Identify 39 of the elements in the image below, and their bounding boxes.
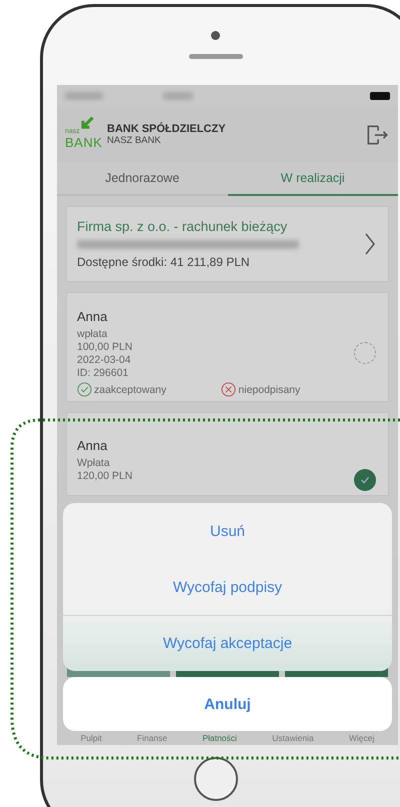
select-radio[interactable] [354,342,376,364]
blurred-status-text [65,92,103,100]
amount: 120,00 PLN [77,470,134,482]
cancel-button[interactable]: Anuluj [63,677,392,731]
action-option[interactable]: Usuń [63,503,392,559]
battery-icon [370,92,390,100]
payee-name: Anna [77,438,108,453]
payee-name: Anna [77,309,108,324]
camera-dot [211,31,220,40]
nav-tab[interactable]: Więcej [348,733,374,743]
bank-name: BANK SPÓŁDZIELCZY [107,123,226,135]
transfer-type: wpłata [77,328,108,340]
home-button[interactable] [194,757,238,801]
x-circle-icon [221,382,236,397]
status-label: zaakceptowany [94,384,166,396]
account-name: Firma sp. z o.o. - rachunek bieżący [77,219,288,234]
bank-subtitle: NASZ BANK [107,135,162,146]
transaction-card[interactable]: Anna wpłata 100,00 PLN 2022-03-04 ID: 296601 zaakceptowany niepodpisany [66,292,389,402]
action-option[interactable]: Wycofaj podpisy [63,559,392,615]
nav-tab[interactable]: Ustawienia [272,733,314,743]
select-radio[interactable] [354,469,376,491]
transaction-id: ID: 296601 [77,367,130,379]
available-balance: Dostępne środki: 41 211,89 PLN [77,255,251,269]
account-card[interactable]: Firma sp. z o.o. - rachunek bieżący Dostępne środki: 41 211,89 PLN [66,206,389,282]
status-label: niepodpisany [238,384,300,396]
nav-tab[interactable]: Płatności [202,733,237,743]
date: 2022-03-04 [77,354,132,366]
blurred-status-text [163,92,193,100]
amount: 100,00 PLN [77,341,134,353]
tab[interactable]: W realizacji [228,162,398,196]
tab[interactable]: Jednorazowe [57,162,228,196]
arrow-icon [79,116,95,132]
nav-tab[interactable]: Pulpit [80,733,102,743]
transfer-type: Wpłata [77,457,111,469]
transaction-card[interactable]: Anna Wpłata 120,00 PLN [66,412,389,496]
nav-tab[interactable]: Finanse [137,733,168,743]
speaker-slot [188,54,242,59]
check-circle-icon [77,382,92,397]
chevron-right-icon [364,232,376,256]
